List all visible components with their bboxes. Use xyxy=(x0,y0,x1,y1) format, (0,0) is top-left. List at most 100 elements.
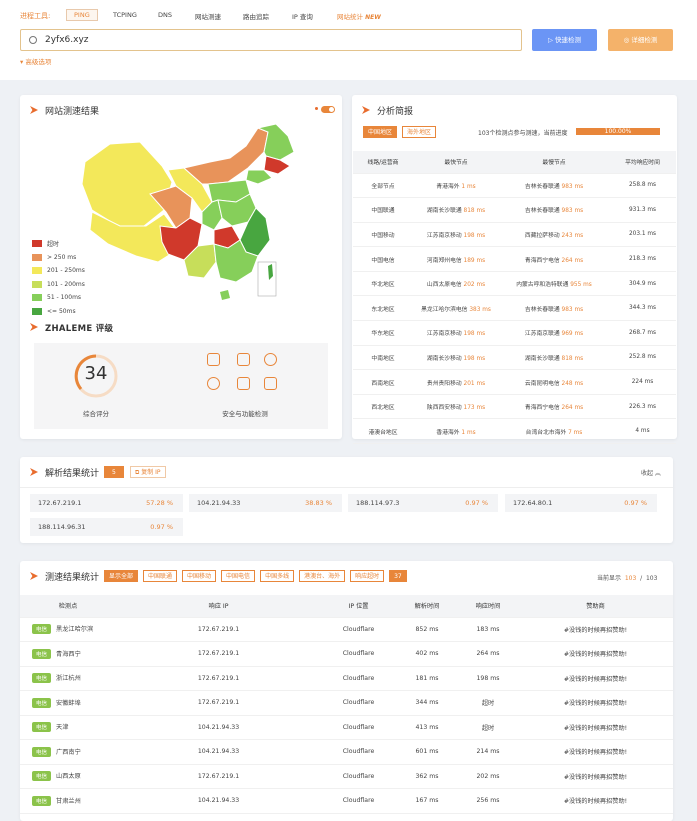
resp-cell: 256 ms xyxy=(458,788,518,814)
location-cell: Cloudflare xyxy=(321,764,396,789)
region-cell: 港澳台地区 xyxy=(353,418,413,445)
filter-telecom[interactable]: 中国电信 xyxy=(221,570,256,582)
filter-overseas[interactable]: 港澳台、海外 xyxy=(299,570,346,582)
filter-timeout[interactable]: 响应超时 xyxy=(350,570,385,582)
fastest-node: 河南郑州电信 xyxy=(426,257,462,264)
results-table: 检测点 响应 IP IP 位置 解析时间 响应时间 赞助商 电信 黑龙江哈尔滨 17… xyxy=(20,595,673,814)
progress-label: 100.00% xyxy=(604,128,632,135)
location-cell: Cloudflare xyxy=(321,715,396,740)
resp-cell: 214 ms xyxy=(458,739,518,765)
avg-cell: 258.8 ms xyxy=(609,173,676,199)
fastest-cell: 湖南长沙移动 198 ms xyxy=(413,345,499,371)
dns-cell: 181 ms xyxy=(396,666,458,691)
score-label: 综合评分 xyxy=(83,410,109,418)
copy-ip-button[interactable]: ⧉ 复制 IP xyxy=(130,466,166,478)
region-cell: 中国联通 xyxy=(353,197,413,223)
ssl-icon xyxy=(207,353,220,366)
map-south-sea-inset xyxy=(257,261,277,297)
sponsor-cell[interactable]: #没钱的时候再招赞助! xyxy=(518,764,673,789)
fastest-cell: 江苏南京移动 198 ms xyxy=(413,320,499,346)
tool-ip-query[interactable]: IP 查询 xyxy=(292,11,313,21)
sponsor-cell[interactable]: #没钱的时候再招赞助! xyxy=(518,641,673,667)
slowest-cell: 吉林长春联通 983 ms xyxy=(499,295,609,322)
sponsor-cell[interactable]: #没钱的时候再招赞助! xyxy=(518,739,673,765)
ip-percent: 38.83 % xyxy=(305,499,332,507)
detail-check-button[interactable]: ◎ 详细检测 xyxy=(608,29,673,51)
legend-swatch xyxy=(32,280,42,288)
slowest-cell: 吉林长春联通 983 ms xyxy=(499,197,609,223)
sponsor-cell[interactable]: #没钱的时候再招赞助! xyxy=(518,666,673,691)
tool-ping[interactable]: PING xyxy=(66,9,98,21)
analysis-row: 华北地区 山西太原电信 202 ms 内蒙古呼和浩特联通 955 ms 304.9 m… xyxy=(353,271,676,297)
fastest-cell: 黑龙江哈尔滨电信 383 ms xyxy=(413,295,499,322)
slowest-cell: 内蒙古呼和浩特联通 955 ms xyxy=(499,271,609,297)
node-location: 山西太原 xyxy=(56,773,81,781)
tool-traceroute[interactable]: 路由追踪 xyxy=(243,11,269,21)
speed-result-title: 网站测速结果 xyxy=(45,107,100,117)
tab-overseas[interactable]: 海外地区 xyxy=(402,126,437,138)
sponsor-cell[interactable]: #没钱的时候再招赞助! xyxy=(518,690,673,716)
slowest-time: 955 ms xyxy=(570,282,592,289)
node-cell: 电信 黑龙江哈尔滨 xyxy=(20,617,116,642)
collapse-label: 收起 xyxy=(641,470,654,477)
isp-badge: 电信 xyxy=(32,771,52,782)
legend-item: 超时 xyxy=(32,237,85,251)
status-dot-icon xyxy=(315,107,318,110)
table-row: 电信 广西南宁 104.21.94.33 Cloudflare 601 ms 214 ms… xyxy=(20,739,673,765)
fastest-time: 383 ms xyxy=(469,306,491,313)
resp-cell: 超时 xyxy=(458,715,518,740)
slowest-time: 818 ms xyxy=(561,355,584,362)
fastest-time: 201 ms xyxy=(463,380,486,387)
tool-dns[interactable]: DNS xyxy=(158,11,172,19)
analysis-row: 中国移动 江苏南京移动 198 ms 西藏拉萨移动 243 ms 203.1 ms xyxy=(353,222,676,248)
map-hainan xyxy=(220,290,230,300)
region-cell: 东北地区 xyxy=(353,295,413,322)
collapse-button[interactable]: 收起 ︽ xyxy=(641,468,661,477)
avg-cell: 268.7 ms xyxy=(609,320,676,346)
tool-site-stats[interactable]: 网站统计 NEW xyxy=(337,11,381,21)
sponsor-cell[interactable]: #没钱的时候再招赞助! xyxy=(518,788,673,814)
legend-item: 51 - 100ms xyxy=(32,291,85,305)
isp-badge: 电信 xyxy=(32,795,52,806)
fastest-cell: 贵州贵阳移动 201 ms xyxy=(413,369,499,395)
region-cell: 华东地区 xyxy=(353,320,413,346)
legend-label: 101 - 200ms xyxy=(47,280,85,288)
ip-percent: 57.28 % xyxy=(146,499,173,507)
node-location: 甘肃兰州 xyxy=(56,797,81,805)
slowest-node: 湖南长沙联通 xyxy=(524,355,560,362)
avg-cell: 226.3 ms xyxy=(609,394,676,420)
fast-check-button[interactable]: ▷ 快速检测 xyxy=(532,29,597,51)
filter-mobile[interactable]: 中国移动 xyxy=(182,570,217,582)
hexagon-icon xyxy=(264,353,277,366)
legend-swatch xyxy=(32,253,42,261)
tool-tcping[interactable]: TCPING xyxy=(113,11,137,19)
map-toggle[interactable] xyxy=(321,106,335,113)
fastest-time: 202 ms xyxy=(463,282,486,289)
fast-check-label: 快速检测 xyxy=(555,36,582,44)
total-value: 103 xyxy=(645,575,658,582)
url-input[interactable]: 2yfx6.xyz xyxy=(20,29,522,51)
dns-cell: 362 ms xyxy=(396,764,458,789)
sponsor-cell[interactable]: #没钱的时候再招赞助! xyxy=(518,715,673,740)
shown-value: 103 xyxy=(624,575,637,582)
fastest-node: 贵州贵阳移动 xyxy=(426,380,462,387)
tool-speedtest[interactable]: 网站测速 xyxy=(195,11,221,21)
filter-multiline[interactable]: 中国多线 xyxy=(260,570,295,582)
fastest-node: 江苏南京移动 xyxy=(426,232,462,239)
slowest-cell: 湖南长沙联通 818 ms xyxy=(499,345,609,371)
tab-china[interactable]: 中国地区 xyxy=(363,126,398,138)
ipv6-icon xyxy=(207,377,220,390)
advanced-options[interactable]: ▾ 高级选项 xyxy=(20,56,51,66)
node-cell: 电信 甘肃兰州 xyxy=(20,788,116,814)
shown-label: 当前显示 xyxy=(597,575,622,582)
dns-cell: 852 ms xyxy=(396,617,458,642)
filter-all[interactable]: 显示全部 xyxy=(104,570,139,582)
region-cell: 中国电信 xyxy=(353,246,413,272)
ip-cell: 104.21.94.33 xyxy=(116,715,321,740)
map-legend: 超时 > 250 ms 201 - 250ms 101 - 200ms 51 -… xyxy=(32,237,85,318)
filter-unicom[interactable]: 中国联通 xyxy=(143,570,178,582)
sponsor-cell[interactable]: #没钱的时候再招赞助! xyxy=(518,617,673,642)
slowest-cell: 台湾台北市海外 7 ms xyxy=(499,418,609,445)
ip-cell: 172.67.219.1 xyxy=(116,764,321,789)
dns-cell: 413 ms xyxy=(396,715,458,740)
